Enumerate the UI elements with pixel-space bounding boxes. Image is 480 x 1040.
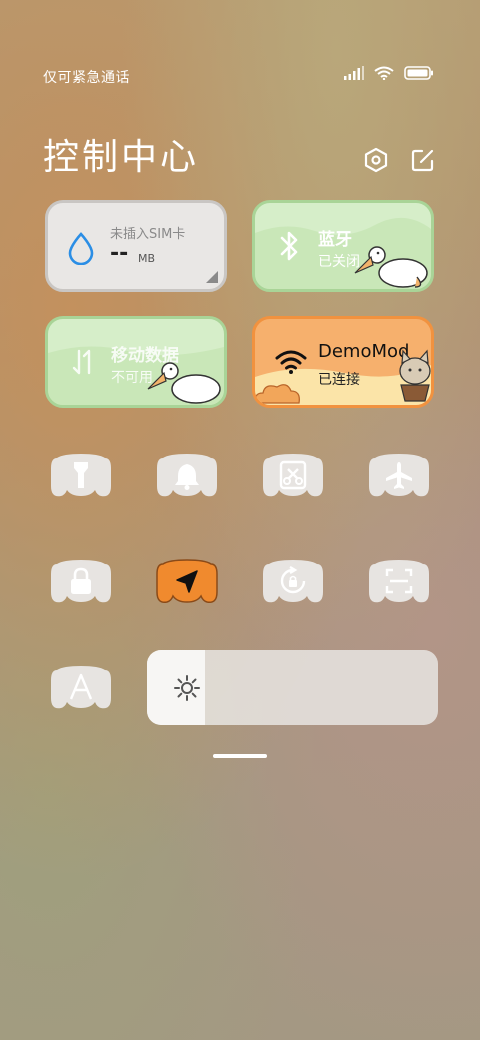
data-usage-label: 未插入SIM卡: [110, 227, 186, 242]
pelican-sticker-icon: [354, 246, 428, 288]
wifi-status: 已连接: [318, 372, 360, 388]
screenshot-icon: [279, 460, 307, 490]
settings-button[interactable]: [361, 145, 391, 175]
lock-screen-toggle[interactable]: [49, 556, 113, 608]
silent-toggle[interactable]: [155, 450, 219, 502]
page-title: 控制中心: [43, 137, 200, 178]
auto-brightness-icon: [69, 673, 93, 700]
scan-icon: [385, 568, 413, 594]
airplane-icon: [386, 462, 412, 489]
corner-triangle-icon: [206, 271, 218, 283]
battery-icon: [404, 66, 433, 80]
bluetooth-tile[interactable]: 蓝牙 已关闭: [252, 200, 434, 292]
signal-icon: [344, 66, 364, 80]
edit-button[interactable]: [408, 145, 438, 175]
status-icons: [344, 66, 434, 80]
data-usage-tile[interactable]: 未插入SIM卡 -- MB: [45, 200, 227, 292]
rotation-lock-icon: [280, 566, 306, 594]
wifi-icon: [275, 350, 307, 374]
flashlight-toggle[interactable]: [49, 450, 113, 502]
data-usage-value: --: [110, 241, 129, 266]
wifi-icon: [374, 66, 394, 80]
edit-icon: [411, 149, 434, 172]
bell-icon: [175, 464, 199, 490]
home-handle[interactable]: [213, 754, 267, 758]
auto-brightness-toggle[interactable]: [49, 662, 113, 714]
settings-hexagon-icon: [364, 147, 388, 173]
mobile-data-tile[interactable]: 移动数据 不可用: [45, 316, 227, 408]
airplane-toggle[interactable]: [367, 450, 431, 502]
data-usage-unit: MB: [138, 252, 156, 265]
wifi-tile[interactable]: DemoMod 已连接: [252, 316, 434, 408]
status-carrier-text: 仅可紧急通话: [43, 70, 130, 86]
screenshot-toggle[interactable]: [261, 450, 325, 502]
bluetooth-title: 蓝牙: [318, 230, 352, 250]
water-drop-icon: [68, 232, 94, 265]
sun-icon: [174, 675, 200, 701]
pelican-sticker-icon: [147, 362, 221, 404]
flashlight-icon: [74, 462, 88, 488]
scan-toggle[interactable]: [367, 556, 431, 608]
location-icon: [176, 570, 198, 593]
mobile-data-arrows-icon: [72, 349, 91, 375]
rotation-lock-toggle[interactable]: [261, 556, 325, 608]
lock-icon: [71, 567, 91, 594]
cat-sticker-icon: [399, 349, 431, 402]
cloud-sticker-icon: [255, 384, 300, 404]
brightness-slider[interactable]: [147, 650, 438, 725]
location-toggle[interactable]: [155, 556, 219, 608]
bluetooth-icon: [280, 231, 298, 261]
